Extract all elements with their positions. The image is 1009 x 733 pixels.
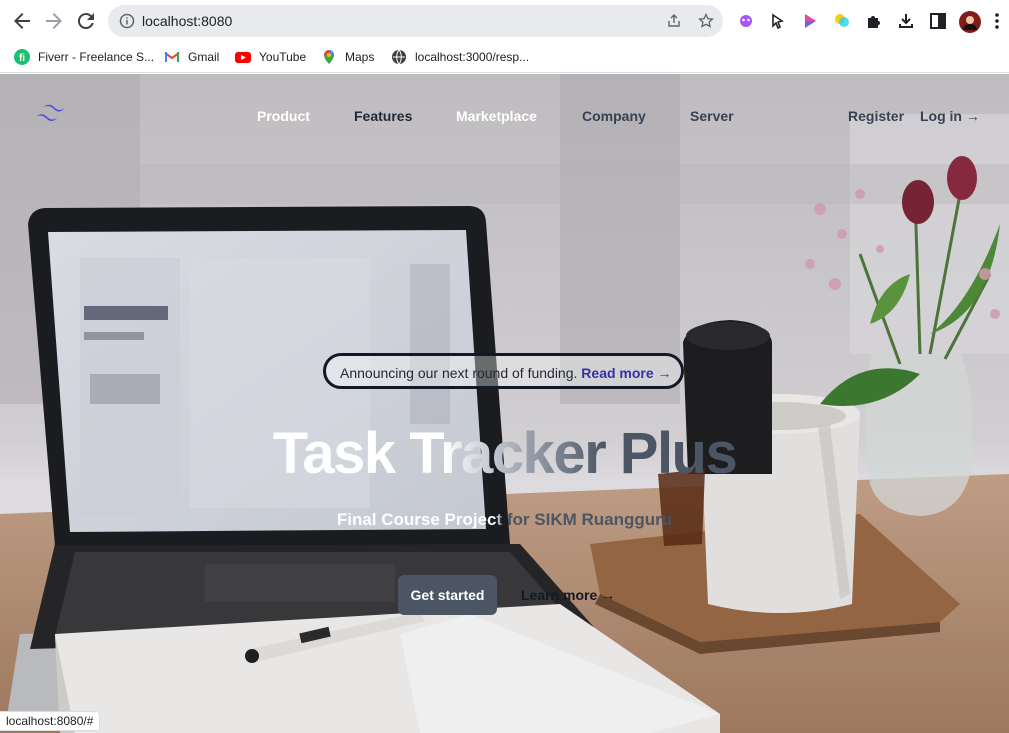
hero-section: Product Features Marketplace Company Ser… xyxy=(0,74,1009,733)
announcement-text: Announcing our next round of funding. Re… xyxy=(340,365,672,381)
get-started-button[interactable]: Get started xyxy=(398,575,497,615)
bookmark-maps[interactable]: Maps xyxy=(321,48,374,66)
side-panel-icon[interactable] xyxy=(928,11,948,31)
login-link[interactable]: Log in → xyxy=(920,108,980,124)
bookmark-youtube[interactable]: YouTube xyxy=(235,48,306,66)
tailwind-logo-icon[interactable] xyxy=(32,104,70,128)
site-header: Product Features Marketplace Company Ser… xyxy=(0,74,1009,156)
nav-link-server[interactable]: Server xyxy=(690,108,734,124)
extensions-puzzle-icon[interactable] xyxy=(864,11,884,31)
fiverr-icon: fi xyxy=(14,49,30,65)
bookmark-star-icon[interactable] xyxy=(698,12,714,29)
bookmarks-bar: fi Fiverr - Freelance S... Gmail YouTube… xyxy=(0,42,1009,73)
hero-subtitle: Final Course Project for SIKM Ruangguru xyxy=(0,510,1009,530)
bookmark-label: Maps xyxy=(345,50,375,64)
svg-text:fi: fi xyxy=(19,53,25,64)
nav-link-features[interactable]: Features xyxy=(354,108,412,124)
back-arrow-icon[interactable] xyxy=(10,9,34,33)
address-bar[interactable]: localhost:8080 xyxy=(108,5,723,37)
register-link[interactable]: Register xyxy=(848,108,904,124)
gmail-icon xyxy=(164,52,180,62)
announcement-pill: Announcing our next round of funding. Re… xyxy=(323,353,684,389)
maps-icon xyxy=(324,50,334,64)
bookmark-fiverr[interactable]: fi Fiverr - Freelance S... xyxy=(14,48,154,66)
bookmark-label: Gmail xyxy=(188,50,220,64)
extension-color-icon[interactable] xyxy=(832,11,852,31)
browser-toolbar: localhost:8080 xyxy=(0,0,1009,42)
read-more-link[interactable]: Read more → xyxy=(581,365,671,381)
forward-arrow-icon[interactable] xyxy=(42,9,66,33)
bookmark-gmail[interactable]: Gmail xyxy=(164,48,219,66)
bookmark-label: Fiverr - Freelance S... xyxy=(38,50,155,64)
extension-puzzle-purple-icon[interactable] xyxy=(736,11,756,31)
info-icon[interactable] xyxy=(119,13,135,29)
hero-title: Task Tracker Plus xyxy=(0,420,1009,487)
menu-kebab-icon[interactable] xyxy=(993,11,1009,31)
globe-icon xyxy=(392,49,406,65)
announcement-message: Announcing our next round of funding. xyxy=(340,365,578,381)
extension-hand-icon[interactable] xyxy=(768,11,788,31)
url-text[interactable]: localhost:8080 xyxy=(142,13,232,29)
reload-icon[interactable] xyxy=(74,9,98,33)
hero-background-photo xyxy=(0,74,1009,733)
nav-link-company[interactable]: Company xyxy=(582,108,646,124)
status-bar-url: localhost:8080/# xyxy=(0,711,101,731)
profile-avatar[interactable] xyxy=(959,11,981,33)
learn-more-link[interactable]: Learn more → xyxy=(521,587,615,603)
nav-link-product[interactable]: Product xyxy=(257,108,310,124)
bookmark-label: YouTube xyxy=(259,50,307,64)
bookmark-localhost[interactable]: localhost:3000/resp... xyxy=(391,48,529,66)
extension-play-icon[interactable] xyxy=(800,11,820,31)
youtube-icon xyxy=(235,52,251,63)
nav-link-marketplace[interactable]: Marketplace xyxy=(456,108,537,124)
bookmark-label: localhost:3000/resp... xyxy=(415,50,530,64)
share-icon[interactable] xyxy=(666,13,682,29)
download-icon[interactable] xyxy=(896,11,916,31)
